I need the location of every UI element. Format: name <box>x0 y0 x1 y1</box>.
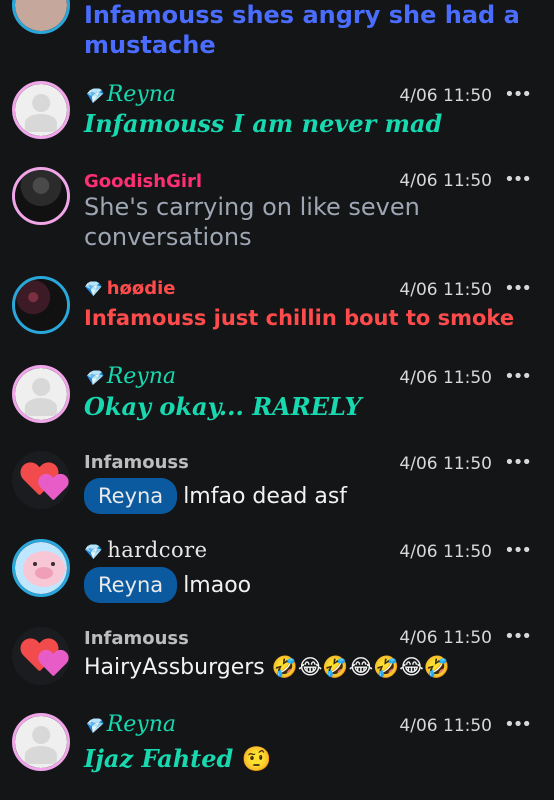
avatar[interactable] <box>12 451 70 509</box>
timestamp: 4/06 11:50 <box>399 368 492 388</box>
diamond-icon: 💎 <box>84 543 104 561</box>
username-link[interactable]: 💎 høødie <box>84 278 176 299</box>
username-link[interactable]: 💎 hardcore <box>84 538 208 562</box>
avatar[interactable] <box>12 539 70 597</box>
message-text: lmfao dead asf <box>183 484 348 509</box>
message-text: Infamouss I am never mad <box>84 109 443 138</box>
username-link[interactable]: GoodishGirl <box>84 171 202 192</box>
raised-eyebrow-emoji-icon: 🤨 <box>241 744 272 773</box>
more-icon[interactable]: ••• <box>504 452 532 473</box>
message-line: HairyAssburgers 🤣😂🤣😂🤣😂🤣 <box>84 652 534 683</box>
timestamp: 4/06 11:50 <box>399 716 492 736</box>
username-link[interactable]: 💎 Reyna <box>84 82 176 107</box>
message-text: Ijaz Fahted <box>84 744 234 773</box>
username-link[interactable]: 💎 Reyna <box>84 364 176 389</box>
more-icon[interactable]: ••• <box>504 278 532 299</box>
username-link[interactable]: Infamouss <box>84 452 189 473</box>
message-item: GoodishGirl 4/06 11:50 ••• She's carryin… <box>0 167 554 267</box>
message-item: Infamouss shes angry she had a mustache <box>0 0 554 60</box>
message-item: 💎 Reyna 4/06 11:50 ••• Okay okay... RAREL… <box>0 362 554 438</box>
avatar[interactable] <box>12 713 70 771</box>
message-text: She's carrying on like seven conversatio… <box>84 193 420 251</box>
message-line: Reyna lmfao dead asf <box>84 478 534 514</box>
avatar[interactable] <box>12 167 70 225</box>
more-icon[interactable]: ••• <box>504 84 532 105</box>
more-icon[interactable]: ••• <box>504 169 532 190</box>
message-item: 💎 hardcore 4/06 11:50 ••• Reyna lmaoo <box>0 536 554 616</box>
mention-tag[interactable]: Reyna <box>84 478 178 514</box>
mention-tag[interactable]: Reyna <box>84 567 178 603</box>
timestamp: 4/06 11:50 <box>399 542 492 562</box>
username-link[interactable]: Infamouss <box>84 628 189 649</box>
message-item: 💎 Reyna 4/06 11:50 ••• Infamouss I am nev… <box>0 78 554 148</box>
diamond-icon: 💎 <box>84 717 103 735</box>
more-icon[interactable]: ••• <box>504 626 532 647</box>
diamond-icon: 💎 <box>84 369 103 387</box>
username-link[interactable]: 💎 Reyna <box>84 712 176 737</box>
message-text: lmaoo <box>183 573 252 598</box>
avatar[interactable] <box>12 81 70 139</box>
more-icon[interactable]: ••• <box>504 714 532 735</box>
diamond-icon: 💎 <box>84 280 103 298</box>
avatar[interactable] <box>12 276 70 334</box>
message-item: Infamouss 4/06 11:50 ••• HairyAssburgers… <box>0 624 554 704</box>
timestamp: 4/06 11:50 <box>399 628 492 648</box>
message-line: Reyna lmaoo <box>84 567 534 603</box>
timestamp: 4/06 11:50 <box>399 171 492 191</box>
timestamp: 4/06 11:50 <box>399 280 492 300</box>
message-text: Infamouss just chillin bout to smoke <box>84 306 515 330</box>
message-line: Ijaz Fahted 🤨 <box>84 744 534 774</box>
message-item: 💎 Reyna 4/06 11:50 ••• Ijaz Fahted 🤨 <box>0 710 554 800</box>
avatar[interactable] <box>12 0 70 34</box>
message-item: Infamouss 4/06 11:50 ••• Reyna lmfao dead… <box>0 448 554 528</box>
avatar[interactable] <box>12 365 70 423</box>
diamond-icon: 💎 <box>84 87 103 105</box>
message-text: Infamouss shes angry she had a mustache <box>84 1 520 59</box>
laughing-emoji-icon: 🤣😂🤣😂🤣😂🤣 <box>271 655 450 679</box>
timestamp: 4/06 11:50 <box>399 86 492 106</box>
message-text: Okay okay... RARELY <box>84 392 362 421</box>
avatar[interactable] <box>12 627 70 685</box>
more-icon[interactable]: ••• <box>504 366 532 387</box>
timestamp: 4/06 11:50 <box>399 454 492 474</box>
more-icon[interactable]: ••• <box>504 540 532 561</box>
message-text: HairyAssburgers <box>84 655 265 680</box>
message-item: 💎 høødie 4/06 11:50 ••• Infamouss just ch… <box>0 276 554 346</box>
